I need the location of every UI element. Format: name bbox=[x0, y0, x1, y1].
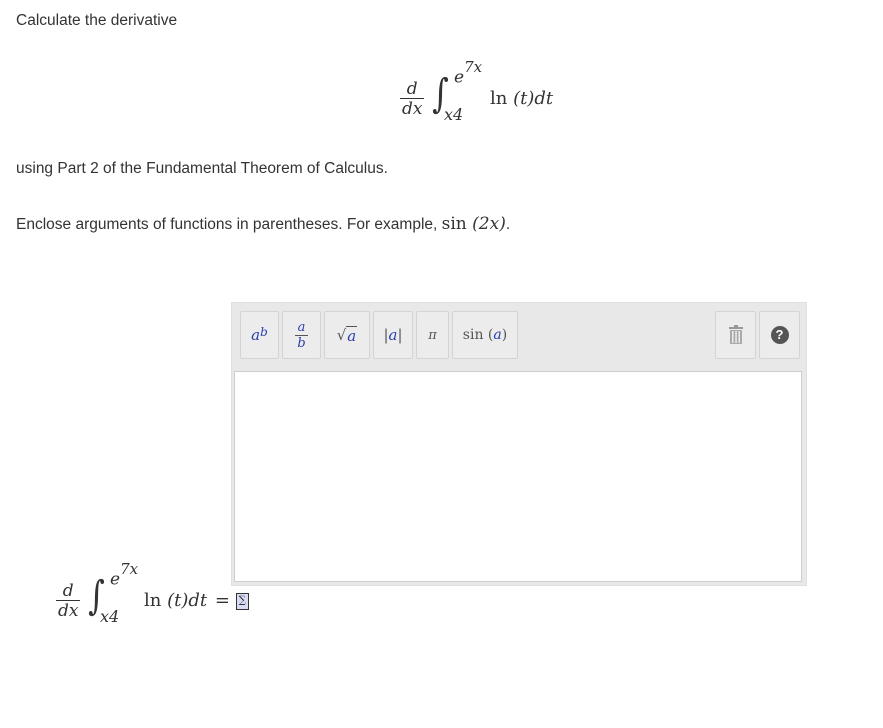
trash-icon bbox=[728, 325, 743, 344]
intro-text: Calculate the derivative bbox=[16, 12, 178, 29]
math-input-panel: ab a b √ a | a | π sin (a) ? bbox=[231, 302, 807, 586]
answer-expression: d dx ∫ e7x x4 ln (t)dt = ∑ bbox=[56, 560, 256, 632]
sqrt-button[interactable]: √ a bbox=[324, 311, 370, 359]
derivative-expression: d dx ∫ e7x x4 ln (t)dt bbox=[400, 58, 570, 130]
example-math: sin (2x) bbox=[441, 214, 506, 234]
pi-button[interactable]: π bbox=[416, 311, 449, 359]
help-button[interactable]: ? bbox=[759, 311, 800, 359]
abs-value-button[interactable]: | a | bbox=[373, 311, 413, 359]
power-button[interactable]: ab bbox=[240, 311, 279, 359]
fraction-button[interactable]: a b bbox=[282, 311, 321, 359]
sin-button[interactable]: sin (a) bbox=[452, 311, 518, 359]
clear-button[interactable] bbox=[715, 311, 756, 359]
answer-lower-limit: x4 bbox=[100, 607, 120, 626]
integrand: ln (t)dt bbox=[490, 88, 554, 109]
answer-integrand: ln (t)dt = ∑ bbox=[144, 590, 249, 611]
instruction-text: Enclose arguments of functions in parent… bbox=[16, 214, 511, 234]
help-icon: ? bbox=[770, 326, 789, 344]
method-text: using Part 2 of the Fundamental Theorem … bbox=[16, 160, 388, 177]
equals-sign: = bbox=[214, 590, 230, 611]
upper-limit: e7x bbox=[454, 58, 483, 88]
d-dx-fraction: d dx bbox=[400, 79, 425, 119]
math-answer-editor[interactable] bbox=[234, 371, 802, 582]
answer-upper-limit: e7x bbox=[110, 560, 139, 590]
sigma-icon[interactable]: ∑ bbox=[235, 592, 249, 610]
lower-limit: x4 bbox=[444, 105, 464, 124]
answer-d-dx-fraction: d dx bbox=[56, 581, 81, 621]
